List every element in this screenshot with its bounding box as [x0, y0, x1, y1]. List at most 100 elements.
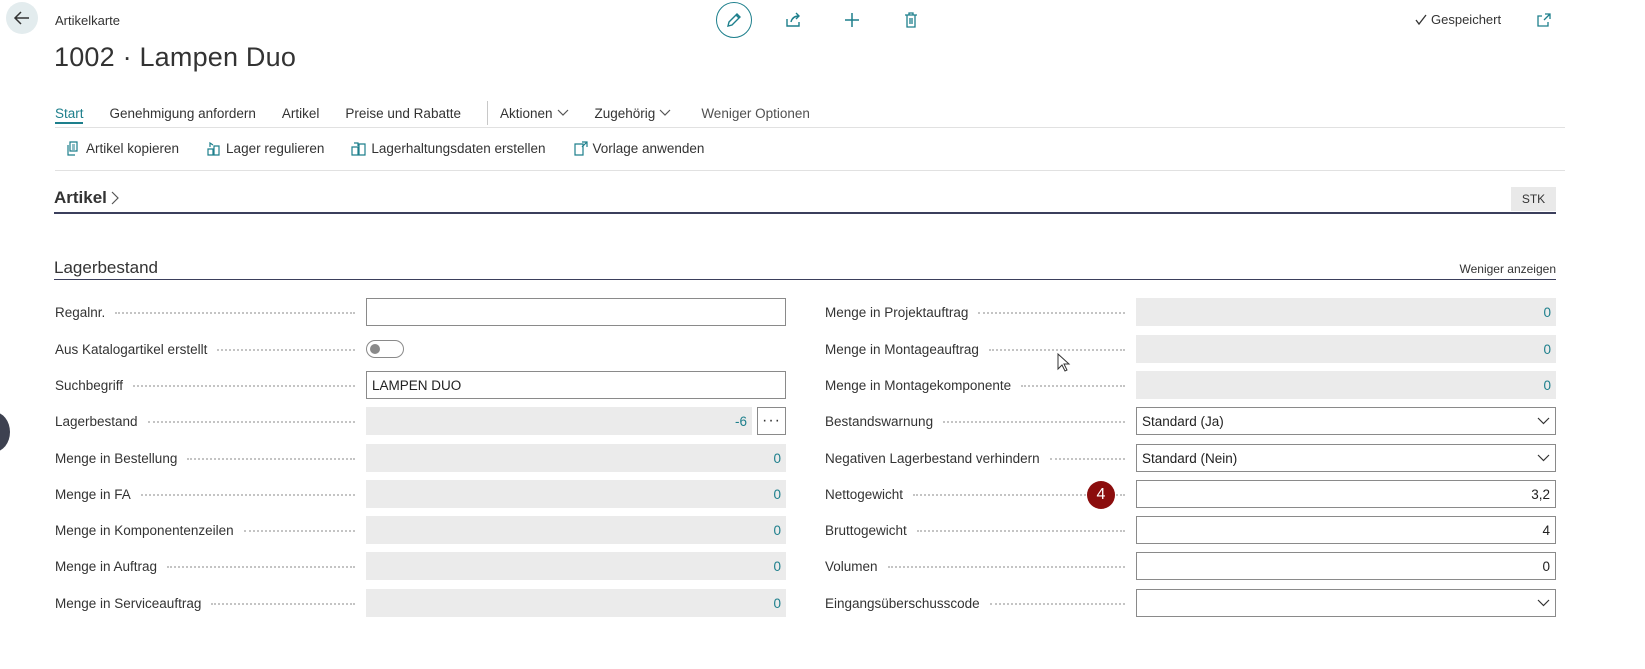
create-sku-icon	[351, 142, 366, 156]
field-row-serviceauftrag: Menge in Serviceauftrag 0	[55, 589, 786, 617]
saved-status: Gespeichert	[1414, 12, 1501, 27]
auftrag-value[interactable]: 0	[366, 552, 786, 580]
tab-preise[interactable]: Preise und Rabatte	[345, 106, 461, 121]
field-row-projektauftrag: Menge in Projektauftrag 0	[825, 298, 1556, 326]
tab-artikel[interactable]: Artikel	[282, 106, 320, 121]
field-label-text: Menge in Serviceauftrag	[55, 595, 202, 611]
katalog-toggle[interactable]	[366, 340, 404, 358]
field-row-volumen: Volumen 0	[825, 552, 1556, 580]
serviceauftrag-value[interactable]: 0	[366, 589, 786, 617]
create-sku-button[interactable]: Lagerhaltungsdaten erstellen	[351, 141, 546, 156]
chevron-down-icon	[659, 109, 671, 116]
lagerbestand-assist-button[interactable]: ···	[757, 407, 786, 435]
field-label-text: Bruttogewicht	[825, 522, 907, 538]
volumen-input[interactable]: 0	[1136, 552, 1556, 580]
section-artikel-header[interactable]: Artikel	[54, 188, 119, 208]
field-label: Menge in Montagekomponente	[825, 378, 1125, 393]
leader-dots	[147, 421, 355, 423]
field-label-text: Menge in Auftrag	[55, 558, 158, 574]
edit-button[interactable]	[716, 2, 752, 38]
field-label: Bestandswarnung	[825, 414, 1125, 429]
divider	[55, 170, 1565, 171]
tab-genehmigung[interactable]: Genehmigung anfordern	[110, 106, 256, 121]
section-divider	[54, 212, 1556, 214]
field-label: Menge in Serviceauftrag	[55, 596, 355, 611]
suchbegriff-input[interactable]: LAMPEN DUO	[366, 371, 786, 399]
copy-item-label: Artikel kopieren	[86, 141, 180, 156]
lagerbestand-value[interactable]: -6	[366, 407, 752, 435]
apply-template-button[interactable]: Vorlage anwenden	[573, 141, 705, 156]
apply-template-label: Vorlage anwenden	[592, 141, 705, 156]
field-label: Suchbegriff	[55, 378, 355, 393]
field-row-bruttogewicht: Bruttogewicht 4	[825, 516, 1556, 544]
field-label: Menge in Bestellung	[55, 451, 355, 466]
field-label: Menge in FA	[55, 487, 355, 502]
menu-zugehoerig[interactable]: Zugehörig	[595, 106, 672, 121]
bestandswarnung-select[interactable]: Standard (Ja)	[1136, 407, 1556, 435]
fa-value[interactable]: 0	[366, 480, 786, 508]
field-row-negativ: Negativen Lagerbestand verhindern Standa…	[825, 444, 1556, 472]
share-icon	[786, 12, 800, 27]
leader-dots	[243, 530, 355, 532]
field-label: Negativen Lagerbestand verhindern	[825, 451, 1125, 466]
field-label-text: Suchbegriff	[55, 377, 124, 393]
chevron-down-icon	[557, 109, 568, 116]
leader-dots	[887, 566, 1125, 568]
side-panel-handle[interactable]	[0, 412, 10, 452]
regalnr-input[interactable]	[366, 298, 786, 326]
leader-dots	[1049, 458, 1125, 460]
bestellung-value[interactable]: 0	[366, 444, 786, 472]
arrow-left-icon	[13, 11, 29, 25]
plus-icon	[845, 13, 859, 27]
unit-badge: STK	[1511, 187, 1556, 211]
field-row-regalnr: Regalnr.	[55, 298, 786, 326]
field-row-fa: Menge in FA 0	[55, 480, 786, 508]
montageauftrag-value[interactable]: 0	[1136, 335, 1556, 363]
eingangsueberschuss-select[interactable]	[1136, 589, 1556, 617]
field-label-text: Regalnr.	[55, 304, 106, 320]
adjust-inventory-icon	[207, 141, 220, 156]
record-toolbar	[716, 2, 929, 38]
field-row-lagerbestand: Lagerbestand -6 ···	[55, 407, 786, 435]
leader-dots	[167, 566, 355, 568]
back-button[interactable]	[6, 2, 38, 34]
copy-item-button[interactable]: Artikel kopieren	[66, 141, 179, 156]
step-badge: 4	[1087, 481, 1115, 509]
show-less-link[interactable]: Weniger anzeigen	[1459, 262, 1556, 276]
delete-button[interactable]	[893, 2, 929, 38]
open-new-window-button[interactable]	[1536, 12, 1552, 33]
section-lagerbestand-title[interactable]: Lagerbestand	[54, 258, 158, 278]
chevron-down-icon	[1537, 454, 1550, 462]
field-row-bestellung: Menge in Bestellung 0	[55, 444, 786, 472]
apply-template-icon	[573, 141, 588, 156]
field-label: Menge in Auftrag	[55, 559, 355, 574]
leader-dots	[187, 458, 355, 460]
komponenten-value[interactable]: 0	[366, 516, 786, 544]
leader-dots	[140, 494, 355, 496]
projektauftrag-value[interactable]: 0	[1136, 298, 1556, 326]
bruttogewicht-input[interactable]: 4	[1136, 516, 1556, 544]
field-label-text: Aus Katalogartikel erstellt	[55, 341, 208, 357]
negativ-lager-select[interactable]: Standard (Nein)	[1136, 444, 1556, 472]
fewer-options-link[interactable]: Weniger Optionen	[701, 106, 810, 121]
field-label: Bruttogewicht	[825, 523, 1125, 538]
tab-start[interactable]: Start	[55, 106, 84, 121]
share-button[interactable]	[775, 2, 811, 38]
section-artikel-title: Artikel	[54, 188, 107, 207]
field-label-text: Negativen Lagerbestand verhindern	[825, 450, 1040, 466]
chevron-right-icon	[111, 191, 119, 205]
nettogewicht-input[interactable]: 3,2	[1136, 480, 1556, 508]
adjust-inventory-button[interactable]: Lager regulieren	[206, 141, 324, 156]
menu-aktionen[interactable]: Aktionen	[500, 106, 569, 121]
field-label: Menge in Komponentenzeilen	[55, 523, 355, 538]
field-row-komponenten: Menge in Komponentenzeilen 0	[55, 516, 786, 544]
new-button[interactable]	[834, 2, 870, 38]
montagekomponente-value[interactable]: 0	[1136, 371, 1556, 399]
field-label-text: Nettogewicht	[825, 486, 904, 502]
divider	[55, 127, 1565, 128]
mouse-cursor-icon	[1057, 352, 1071, 378]
field-row-montagekomponente: Menge in Montagekomponente 0	[825, 371, 1556, 399]
field-label: Lagerbestand	[55, 414, 355, 429]
saved-label: Gespeichert	[1431, 12, 1502, 27]
page-title: 1002 · Lampen Duo	[54, 42, 297, 72]
